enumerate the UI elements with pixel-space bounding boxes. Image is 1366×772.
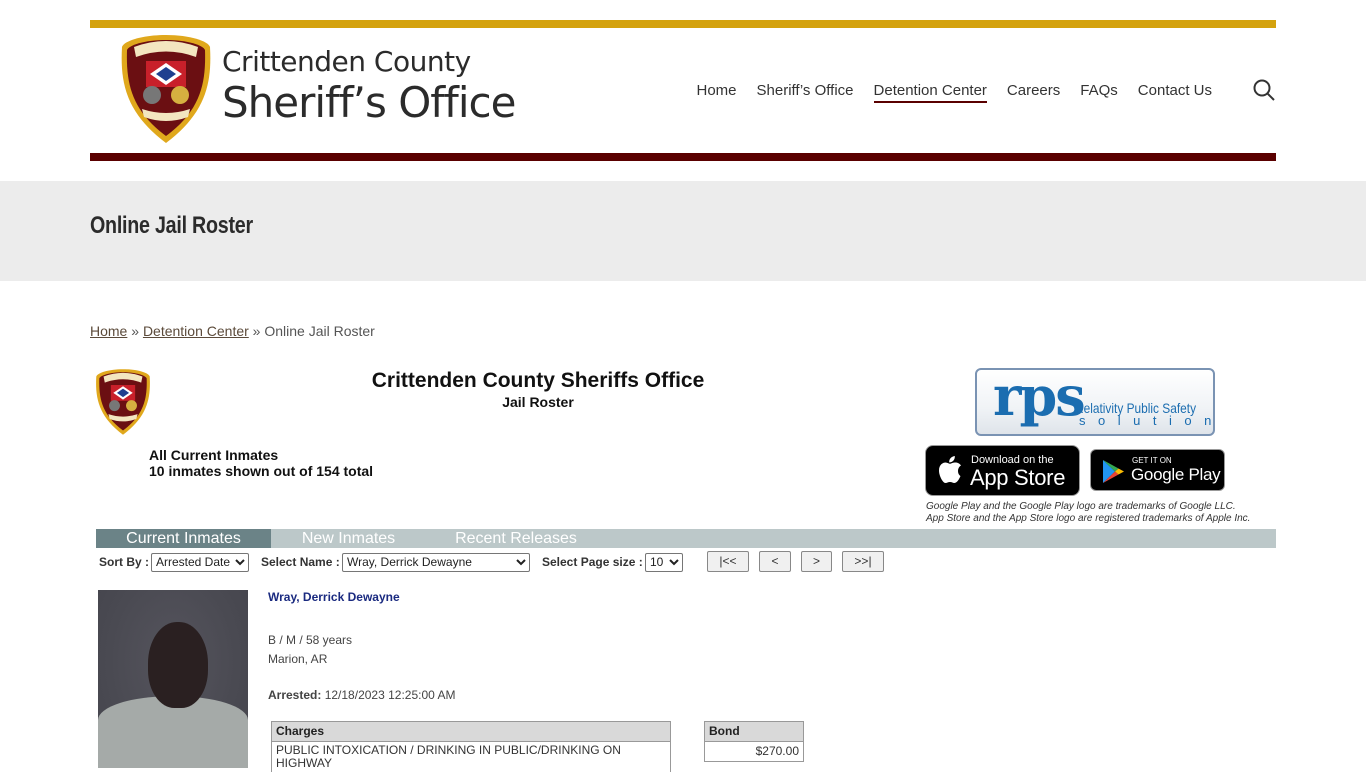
breadcrumb-separator: »	[248, 323, 265, 339]
select-name-select[interactable]: Wray, Derrick Dewayne	[342, 553, 530, 572]
charge-row: PUBLIC INTOXICATION / DRINKING IN PUBLIC…	[272, 741, 670, 772]
prev-page-button[interactable]: <	[759, 551, 791, 572]
nav-home[interactable]: Home	[697, 82, 737, 103]
roster-list-title: All Current Inmates	[149, 447, 279, 463]
charges-header: Charges	[272, 722, 670, 741]
chevron-down-icon	[516, 559, 526, 566]
next-page-button[interactable]: >	[801, 551, 832, 572]
roster-subtitle: Jail Roster	[502, 394, 574, 410]
tab-current-inmates[interactable]: Current Inmates	[96, 529, 271, 548]
arrested-value: 12/18/2023 12:25:00 AM	[324, 688, 456, 702]
chevron-down-icon	[669, 559, 679, 566]
nav-faqs[interactable]: FAQs	[1080, 82, 1118, 103]
app-store-line2: App Store	[970, 465, 1066, 490]
sort-by-value: Arrested Date	[156, 555, 231, 569]
breadcrumb-separator: »	[127, 323, 143, 339]
header-gold-bar	[90, 20, 1276, 28]
inmate-arrested: Arrested: 12/18/2023 12:25:00 AM	[268, 688, 455, 702]
charges-table: Charges PUBLIC INTOXICATION / DRINKING I…	[271, 721, 671, 772]
arrested-label: Arrested:	[268, 688, 322, 702]
main-nav: Home Sheriff’s Office Detention Center C…	[697, 82, 1212, 103]
roster-summary: All Current Inmates 10 inmates shown out…	[149, 447, 373, 479]
page-title: Online Jail Roster	[90, 212, 253, 239]
logo-title-line2: Sheriff’s Office	[222, 78, 516, 127]
nav-careers[interactable]: Careers	[1007, 82, 1060, 103]
bond-table: Bond $270.00	[704, 721, 804, 762]
google-play-line2: Google Play	[1131, 465, 1221, 484]
roster-badge-logo	[96, 369, 150, 435]
roster-count: 10 inmates shown out of 154 total	[149, 463, 374, 479]
sort-by-select[interactable]: Arrested Date	[151, 553, 249, 572]
search-icon[interactable]	[1252, 78, 1276, 102]
chevron-down-icon	[235, 559, 245, 566]
nav-detention-center[interactable]: Detention Center	[873, 82, 987, 103]
page-size-value: 10	[650, 555, 664, 569]
breadcrumb-detention-center[interactable]: Detention Center	[143, 323, 249, 339]
google-play-icon	[1103, 460, 1124, 483]
bond-header: Bond	[705, 722, 803, 741]
header-maroon-bar	[90, 153, 1276, 161]
mugshot-head	[148, 622, 208, 708]
inmate-name-link[interactable]: Wray, Derrick Dewayne	[268, 590, 400, 604]
logo-title-line1: Crittenden County	[222, 45, 471, 78]
inmate-mugshot[interactable]	[98, 590, 248, 768]
rps-logo-line2: solutions	[1079, 413, 1213, 428]
roster-org-title: Crittenden County Sheriffs Office	[371, 369, 705, 392]
roster-tabs: Current Inmates New Inmates Recent Relea…	[96, 529, 1276, 548]
google-play-line1: GET IT ON	[1132, 456, 1172, 465]
tab-recent-releases[interactable]: Recent Releases	[436, 529, 596, 548]
trademark-google: Google Play and the Google Play logo are…	[926, 501, 1236, 512]
app-store-badge[interactable]: Download on the App Store	[925, 445, 1080, 496]
inmate-location: Marion, AR	[268, 652, 328, 666]
inmate-demographics: B / M / 58 years	[268, 633, 353, 647]
sort-by-label: Sort By :	[99, 555, 150, 569]
apple-icon	[939, 456, 961, 483]
breadcrumb: Home » Detention Center » Online Jail Ro…	[90, 323, 375, 339]
select-name-label: Select Name :	[261, 555, 340, 569]
last-page-button[interactable]: >>|	[842, 551, 884, 572]
inmate-details: B / M / 58 years Marion, AR	[268, 631, 352, 669]
page-size-select[interactable]: 10	[645, 553, 683, 572]
google-play-badge[interactable]: GET IT ON Google Play	[1090, 449, 1225, 491]
sheriff-badge-logo[interactable]	[120, 33, 212, 145]
select-name-value: Wray, Derrick Dewayne	[347, 555, 472, 569]
nav-sheriffs-office[interactable]: Sheriff’s Office	[757, 82, 854, 103]
tab-new-inmates[interactable]: New Inmates	[271, 529, 426, 548]
nav-contact-us[interactable]: Contact Us	[1138, 82, 1212, 103]
breadcrumb-home[interactable]: Home	[90, 323, 127, 339]
rps-logo-mark: rps	[993, 368, 1086, 428]
trademark-apple: App Store and the App Store logo are reg…	[926, 513, 1251, 524]
first-page-button[interactable]: |<<	[707, 551, 749, 572]
site-header: Crittenden County Sheriff’s Office Home …	[90, 20, 1276, 161]
trademark-notice: Google Play and the Google Play logo are…	[926, 501, 1250, 525]
page-size-label: Select Page size :	[542, 555, 643, 569]
bond-row: $270.00	[705, 741, 803, 761]
rps-vendor-logo[interactable]: rps Relativity Public Safety solutions	[975, 368, 1215, 436]
breadcrumb-current: Online Jail Roster	[264, 323, 375, 339]
